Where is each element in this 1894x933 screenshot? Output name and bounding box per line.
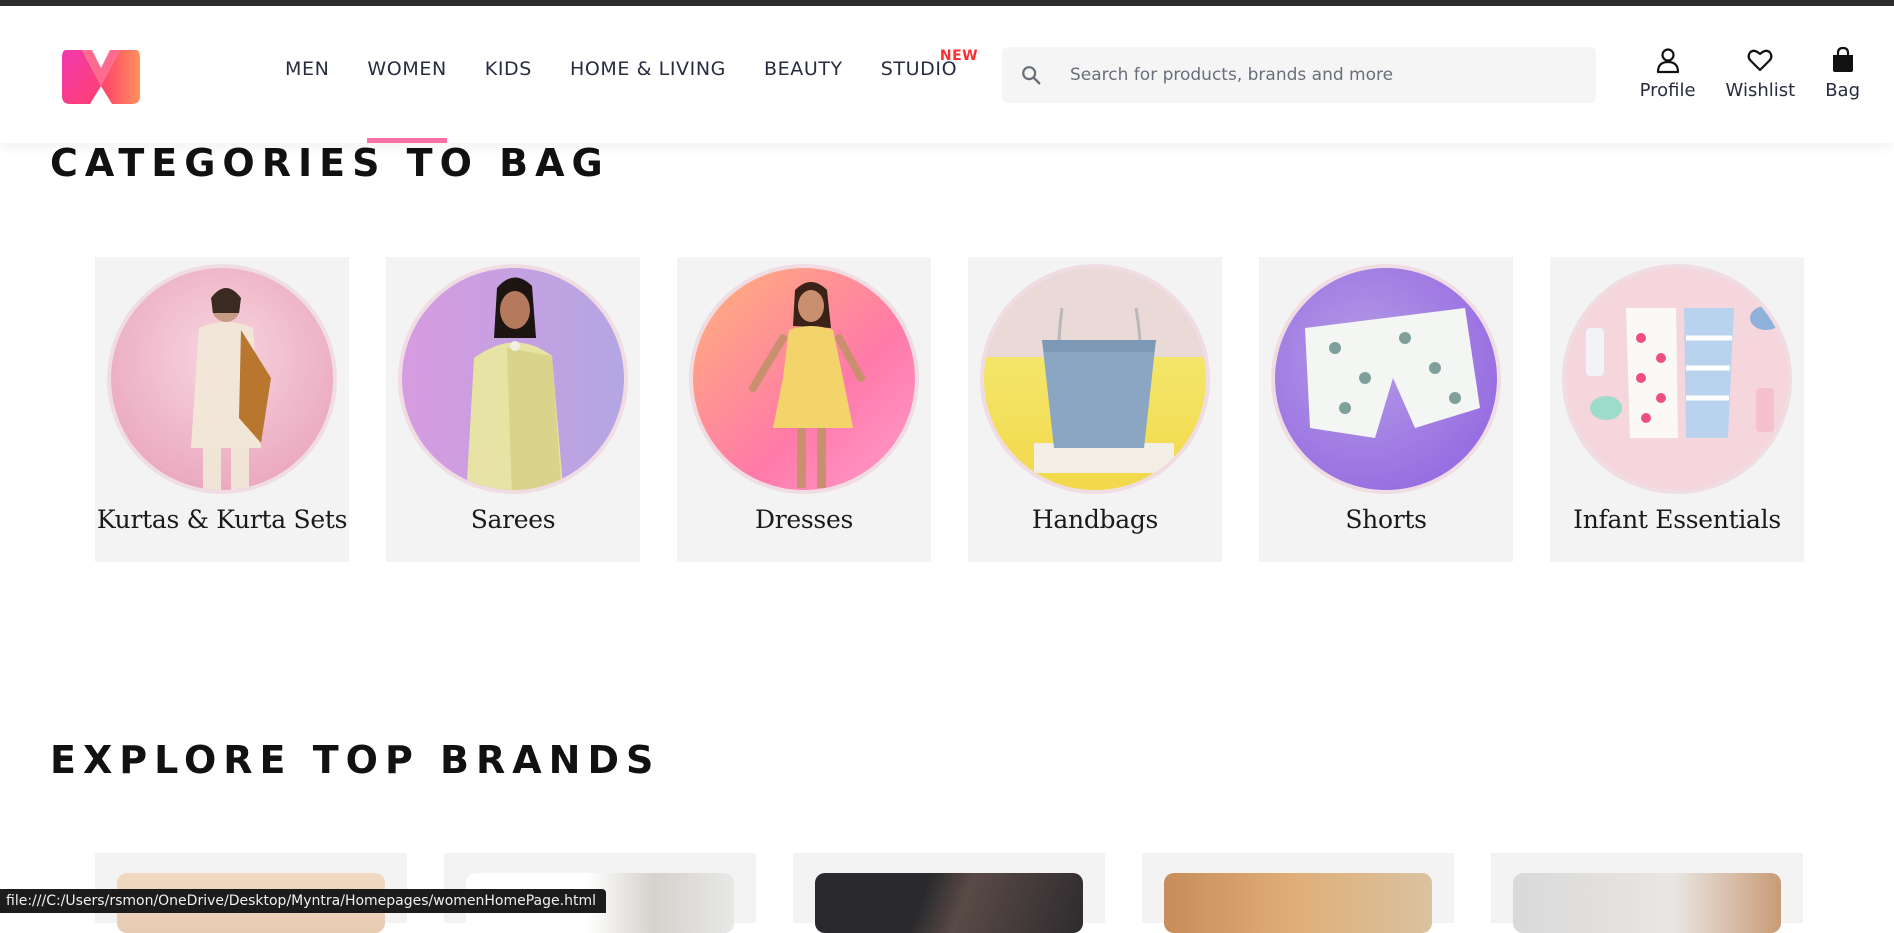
brand-image xyxy=(815,873,1083,933)
category-label: Sarees xyxy=(470,505,556,534)
profile-icon xyxy=(1656,48,1679,74)
category-label: Infant Essentials xyxy=(1573,505,1781,534)
category-card-infant-essentials[interactable]: Infant Essentials xyxy=(1550,257,1804,562)
brand-image xyxy=(1164,873,1432,933)
category-card-sarees[interactable]: Sarees xyxy=(386,257,640,562)
profile-button[interactable]: Profile xyxy=(1640,46,1696,101)
new-badge: NEW xyxy=(939,48,979,64)
search-input[interactable] xyxy=(1068,64,1592,86)
category-image xyxy=(398,264,628,494)
category-label: Handbags xyxy=(1031,505,1159,534)
wishlist-label: Wishlist xyxy=(1725,80,1796,101)
header-actions: Profile Wishlist Bag xyxy=(1610,46,1860,101)
category-image xyxy=(689,264,919,494)
category-label: Kurtas & Kurta Sets xyxy=(96,505,348,534)
category-image xyxy=(1271,264,1501,494)
nav-women[interactable]: WOMEN xyxy=(348,6,465,143)
categories-title: CATEGORIES TO BAG xyxy=(50,141,610,185)
profile-label: Profile xyxy=(1639,80,1696,101)
category-label: Shorts xyxy=(1345,505,1427,534)
site-header: MEN WOMEN KIDS HOME & LIVING BEAUTY STUD… xyxy=(0,6,1894,143)
category-image xyxy=(1562,264,1792,494)
bag-button[interactable]: Bag xyxy=(1825,46,1860,101)
category-label: Dresses xyxy=(755,505,853,534)
nav-studio[interactable]: STUDIO NEW xyxy=(862,6,979,143)
category-image xyxy=(980,264,1210,494)
category-card-dresses[interactable]: Dresses xyxy=(677,257,931,562)
category-image xyxy=(107,264,337,494)
category-card-handbags[interactable]: Handbags xyxy=(968,257,1222,562)
bag-icon xyxy=(1832,46,1853,72)
nav-home-living[interactable]: HOME & LIVING xyxy=(551,6,745,143)
myntra-logo[interactable] xyxy=(60,46,142,106)
wishlist-button[interactable]: Wishlist xyxy=(1725,46,1796,101)
nav-men[interactable]: MEN xyxy=(266,6,348,143)
browser-status-url: file:///C:/Users/rsmon/OneDrive/Desktop/… xyxy=(0,889,606,913)
search-icon[interactable] xyxy=(1020,64,1042,86)
heart-icon xyxy=(1747,49,1773,72)
main-nav: MEN WOMEN KIDS HOME & LIVING BEAUTY STUD… xyxy=(266,6,979,143)
category-card-shorts[interactable]: Shorts xyxy=(1259,257,1513,562)
brands-title: EXPLORE TOP BRANDS xyxy=(50,738,661,782)
search-bar xyxy=(1002,47,1596,103)
category-card-kurtas[interactable]: Kurtas & Kurta Sets xyxy=(95,257,349,562)
nav-kids[interactable]: KIDS xyxy=(466,6,551,143)
bag-label: Bag xyxy=(1825,80,1860,101)
brand-image xyxy=(1513,873,1781,933)
nav-beauty[interactable]: BEAUTY xyxy=(745,6,862,143)
